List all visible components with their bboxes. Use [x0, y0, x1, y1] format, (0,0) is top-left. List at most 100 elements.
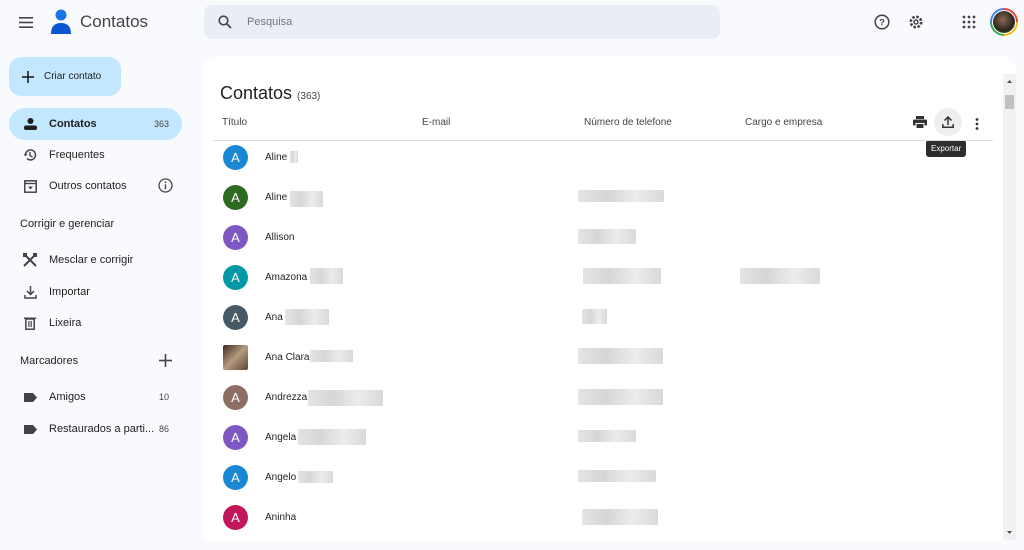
- contact-avatar: A: [223, 224, 248, 250]
- plus-icon: [159, 354, 172, 367]
- column-header-phone[interactable]: Número de telefone: [584, 117, 672, 128]
- create-contact-label: Criar contato: [44, 71, 102, 82]
- contact-avatar: A: [223, 264, 248, 290]
- sidebar-label-amigos[interactable]: Amigos 10: [9, 381, 182, 413]
- scroll-up-icon[interactable]: [1003, 77, 1016, 87]
- print-icon: [913, 116, 927, 129]
- redacted-text: [290, 191, 323, 207]
- create-contact-button[interactable]: Criar contato: [9, 57, 121, 96]
- sidebar-item-mesclar[interactable]: Mesclar e corrigir: [9, 244, 182, 276]
- search-input[interactable]: [247, 16, 687, 28]
- redacted-text: [578, 348, 663, 364]
- redacted-text: [740, 268, 820, 284]
- gear-icon: [909, 15, 923, 29]
- info-button[interactable]: [158, 177, 173, 195]
- sidebar-label-restaurados[interactable]: Restaurados a parti... 86: [9, 413, 182, 445]
- print-button[interactable]: [913, 116, 927, 134]
- contacts-count: 363: [153, 119, 169, 129]
- settings-button[interactable]: [906, 12, 926, 32]
- redacted-text: [285, 309, 329, 325]
- column-header-email[interactable]: E-mail: [422, 117, 450, 128]
- scrollbar[interactable]: [1003, 74, 1016, 540]
- label-count: 10: [158, 392, 169, 402]
- upload-icon: [942, 116, 954, 128]
- label-icon: [23, 392, 37, 402]
- app-title: Contatos: [80, 12, 149, 31]
- add-label-button[interactable]: [159, 354, 172, 372]
- help-button[interactable]: ?: [872, 12, 892, 32]
- redacted-text: [298, 471, 333, 483]
- redacted-text: [310, 268, 343, 284]
- contact-name: Aline: [265, 151, 288, 163]
- redacted-text: [308, 390, 383, 406]
- sidebar-item-label: Contatos: [49, 118, 97, 130]
- contact-name: Allison: [265, 231, 295, 243]
- sidebar-item-label: Amigos: [49, 391, 86, 403]
- redacted-text: [582, 309, 607, 324]
- contact-avatar: A: [223, 304, 248, 330]
- contact-name: Angelo: [265, 471, 297, 483]
- redacted-text: [578, 190, 664, 202]
- plus-icon: [22, 70, 34, 83]
- tools-icon: [23, 253, 37, 267]
- contact-name: Amazona: [265, 271, 308, 283]
- sidebar-item-frequentes[interactable]: Frequentes: [9, 139, 182, 171]
- help-icon: ?: [874, 14, 890, 30]
- redacted-text: [578, 430, 636, 442]
- contact-avatar: A: [223, 384, 248, 410]
- sidebar-item-label: Mesclar e corrigir: [49, 254, 134, 266]
- more-vert-icon: [975, 118, 979, 130]
- sidebar-item-label: Frequentes: [49, 149, 105, 161]
- sidebar-item-importar[interactable]: Importar: [9, 276, 182, 308]
- contact-avatar: A: [223, 464, 248, 490]
- archive-download-icon: [23, 179, 37, 193]
- label-count: 86: [158, 424, 169, 434]
- redacted-text: [578, 470, 656, 482]
- sidebar-item-label: Restaurados a parti...: [49, 423, 155, 435]
- sidebar-item-outros-contatos[interactable]: Outros contatos: [9, 170, 182, 202]
- label-icon: [23, 424, 37, 434]
- account-avatar[interactable]: [990, 8, 1018, 36]
- person-icon: [23, 118, 37, 130]
- download-icon: [23, 285, 37, 299]
- info-icon: [158, 177, 173, 193]
- redacted-text: [298, 429, 366, 445]
- main-menu-button[interactable]: [14, 12, 38, 32]
- hamburger-icon: [19, 16, 33, 28]
- sidebar-item-contatos[interactable]: Contatos 363: [9, 108, 182, 140]
- contact-name: Angela: [265, 431, 297, 443]
- apps-button[interactable]: [962, 15, 976, 29]
- scroll-down-icon[interactable]: [1003, 528, 1016, 538]
- apps-grid-icon: [962, 15, 976, 29]
- sidebar-item-label: Lixeira: [49, 317, 82, 329]
- contact-name: Aline: [265, 191, 288, 203]
- page-title: Contatos (363): [220, 83, 320, 104]
- contact-name: Aninha: [265, 511, 297, 523]
- export-button[interactable]: [934, 108, 962, 136]
- redacted-text: [578, 389, 663, 405]
- trash-icon: [24, 317, 36, 330]
- column-header-title[interactable]: Título: [222, 117, 247, 128]
- scrollbar-thumb[interactable]: [1005, 95, 1014, 109]
- manage-section-title: Corrigir e gerenciar: [20, 218, 115, 230]
- search-bar[interactable]: [204, 5, 720, 39]
- contact-row[interactable]: A Aline: [212, 137, 992, 177]
- redacted-text: [583, 268, 661, 284]
- more-options-button[interactable]: [975, 117, 979, 135]
- redacted-text: [578, 229, 636, 244]
- svg-text:?: ?: [879, 18, 885, 28]
- contact-avatar: A: [223, 144, 248, 170]
- contact-avatar: A: [223, 424, 248, 450]
- contact-name: Ana Clara: [265, 351, 310, 363]
- page-title-count: (363): [297, 91, 321, 102]
- sidebar-item-label: Outros contatos: [49, 180, 127, 192]
- redacted-text: [582, 509, 658, 525]
- sidebar-item-label: Importar: [49, 286, 90, 298]
- column-header-job[interactable]: Cargo e empresa: [745, 117, 822, 128]
- contact-name: Ana: [265, 311, 283, 323]
- sidebar-item-lixeira[interactable]: Lixeira: [9, 307, 182, 339]
- contact-name: Andrezza: [265, 391, 308, 403]
- redacted-text: [310, 350, 353, 362]
- search-icon: [218, 15, 232, 29]
- contacts-logo-icon: [50, 9, 72, 40]
